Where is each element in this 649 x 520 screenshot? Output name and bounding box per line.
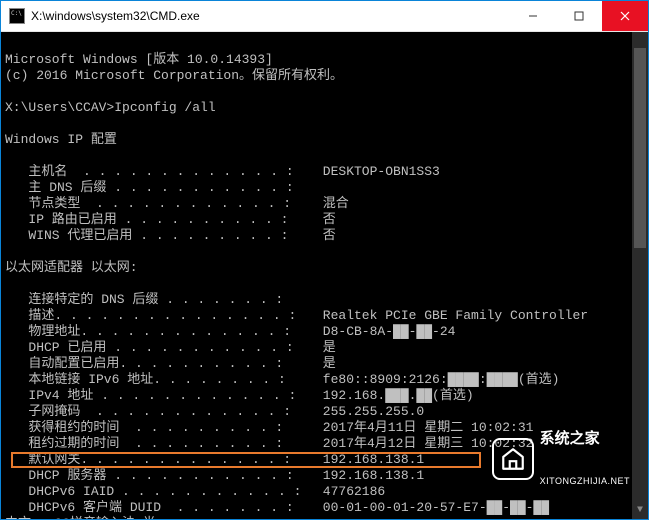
adapter-row-8: 获得租约的时间 . . . . . . . . . : 2017年4月11日 星…	[5, 420, 646, 436]
titlebar[interactable]: X:\windows\system32\CMD.exe	[1, 1, 648, 32]
host-row-0: 主机名 . . . . . . . . . . . . . : DESKTOP-…	[5, 164, 646, 180]
adapter-row-13: DHCPv6 客户端 DUID . . . . . . . : 00-01-00…	[5, 500, 646, 516]
vertical-scrollbar[interactable]: ▲ ▼	[632, 32, 648, 519]
adapter-row-12: DHCPv6 IAID . . . . . . . . . . . : 4776…	[5, 484, 646, 500]
adapter-row-4: 自动配置已启用. . . . . . . . . . : 是	[5, 356, 646, 372]
adapter-row-11: DHCP 服务器 . . . . . . . . . . . : 192.168…	[5, 468, 646, 484]
adapter-row-3: DHCP 已启用 . . . . . . . . . . . : 是	[5, 340, 646, 356]
adapter-row-1: 描述. . . . . . . . . . . . . . . : Realte…	[5, 308, 646, 324]
ime-line: 中文 - QQ拼音输入法 半:	[5, 516, 164, 519]
adapter-row-5: 本地链接 IPv6 地址. . . . . . . . : fe80::8909…	[5, 372, 646, 388]
prompt-line: X:\Users\CCAV>Ipconfig /all	[5, 100, 216, 115]
minimize-button[interactable]	[510, 1, 556, 31]
host-row-1: 主 DNS 后缀 . . . . . . . . . . . :	[5, 180, 646, 196]
adapter-row-10: 默认网关. . . . . . . . . . . . . : 192.168.…	[5, 452, 646, 468]
adapter-block: 连接特定的 DNS 后缀 . . . . . . . : 描述. . . . .…	[5, 292, 646, 516]
cmd-window: X:\windows\system32\CMD.exe Microsoft Wi…	[0, 0, 649, 520]
host-row-3: IP 路由已启用 . . . . . . . . . . : 否	[5, 212, 646, 228]
adapter-row-6: IPv4 地址 . . . . . . . . . . . . : 192.16…	[5, 388, 646, 404]
adapter-row-9: 租约过期的时间 . . . . . . . . . : 2017年4月12日 星…	[5, 436, 646, 452]
adapter-row-7: 子网掩码 . . . . . . . . . . . . : 255.255.2…	[5, 404, 646, 420]
header-line1: Microsoft Windows [版本 10.0.14393]	[5, 52, 273, 67]
window-title: X:\windows\system32\CMD.exe	[31, 9, 510, 23]
host-row-2: 节点类型 . . . . . . . . . . . . : 混合	[5, 196, 646, 212]
window-controls	[510, 1, 648, 31]
adapter-row-0: 连接特定的 DNS 后缀 . . . . . . . :	[5, 292, 646, 308]
terminal-output[interactable]: Microsoft Windows [版本 10.0.14393] (c) 20…	[1, 32, 648, 519]
ipconfig-title: Windows IP 配置	[5, 132, 117, 147]
host-row-4: WINS 代理已启用 . . . . . . . . . : 否	[5, 228, 646, 244]
maximize-button[interactable]	[556, 1, 602, 31]
scroll-down-arrow[interactable]: ▼	[632, 503, 648, 519]
adapter-row-2: 物理地址. . . . . . . . . . . . . : D8-CB-8A…	[5, 324, 646, 340]
close-button[interactable]	[602, 1, 648, 31]
host-config-block: 主机名 . . . . . . . . . . . . . : DESKTOP-…	[5, 164, 646, 244]
scroll-thumb[interactable]	[634, 48, 646, 248]
adapter-title: 以太网适配器 以太网:	[5, 260, 138, 275]
header-line2: (c) 2016 Microsoft Corporation。保留所有权利。	[5, 68, 343, 83]
cmd-icon	[9, 8, 25, 24]
